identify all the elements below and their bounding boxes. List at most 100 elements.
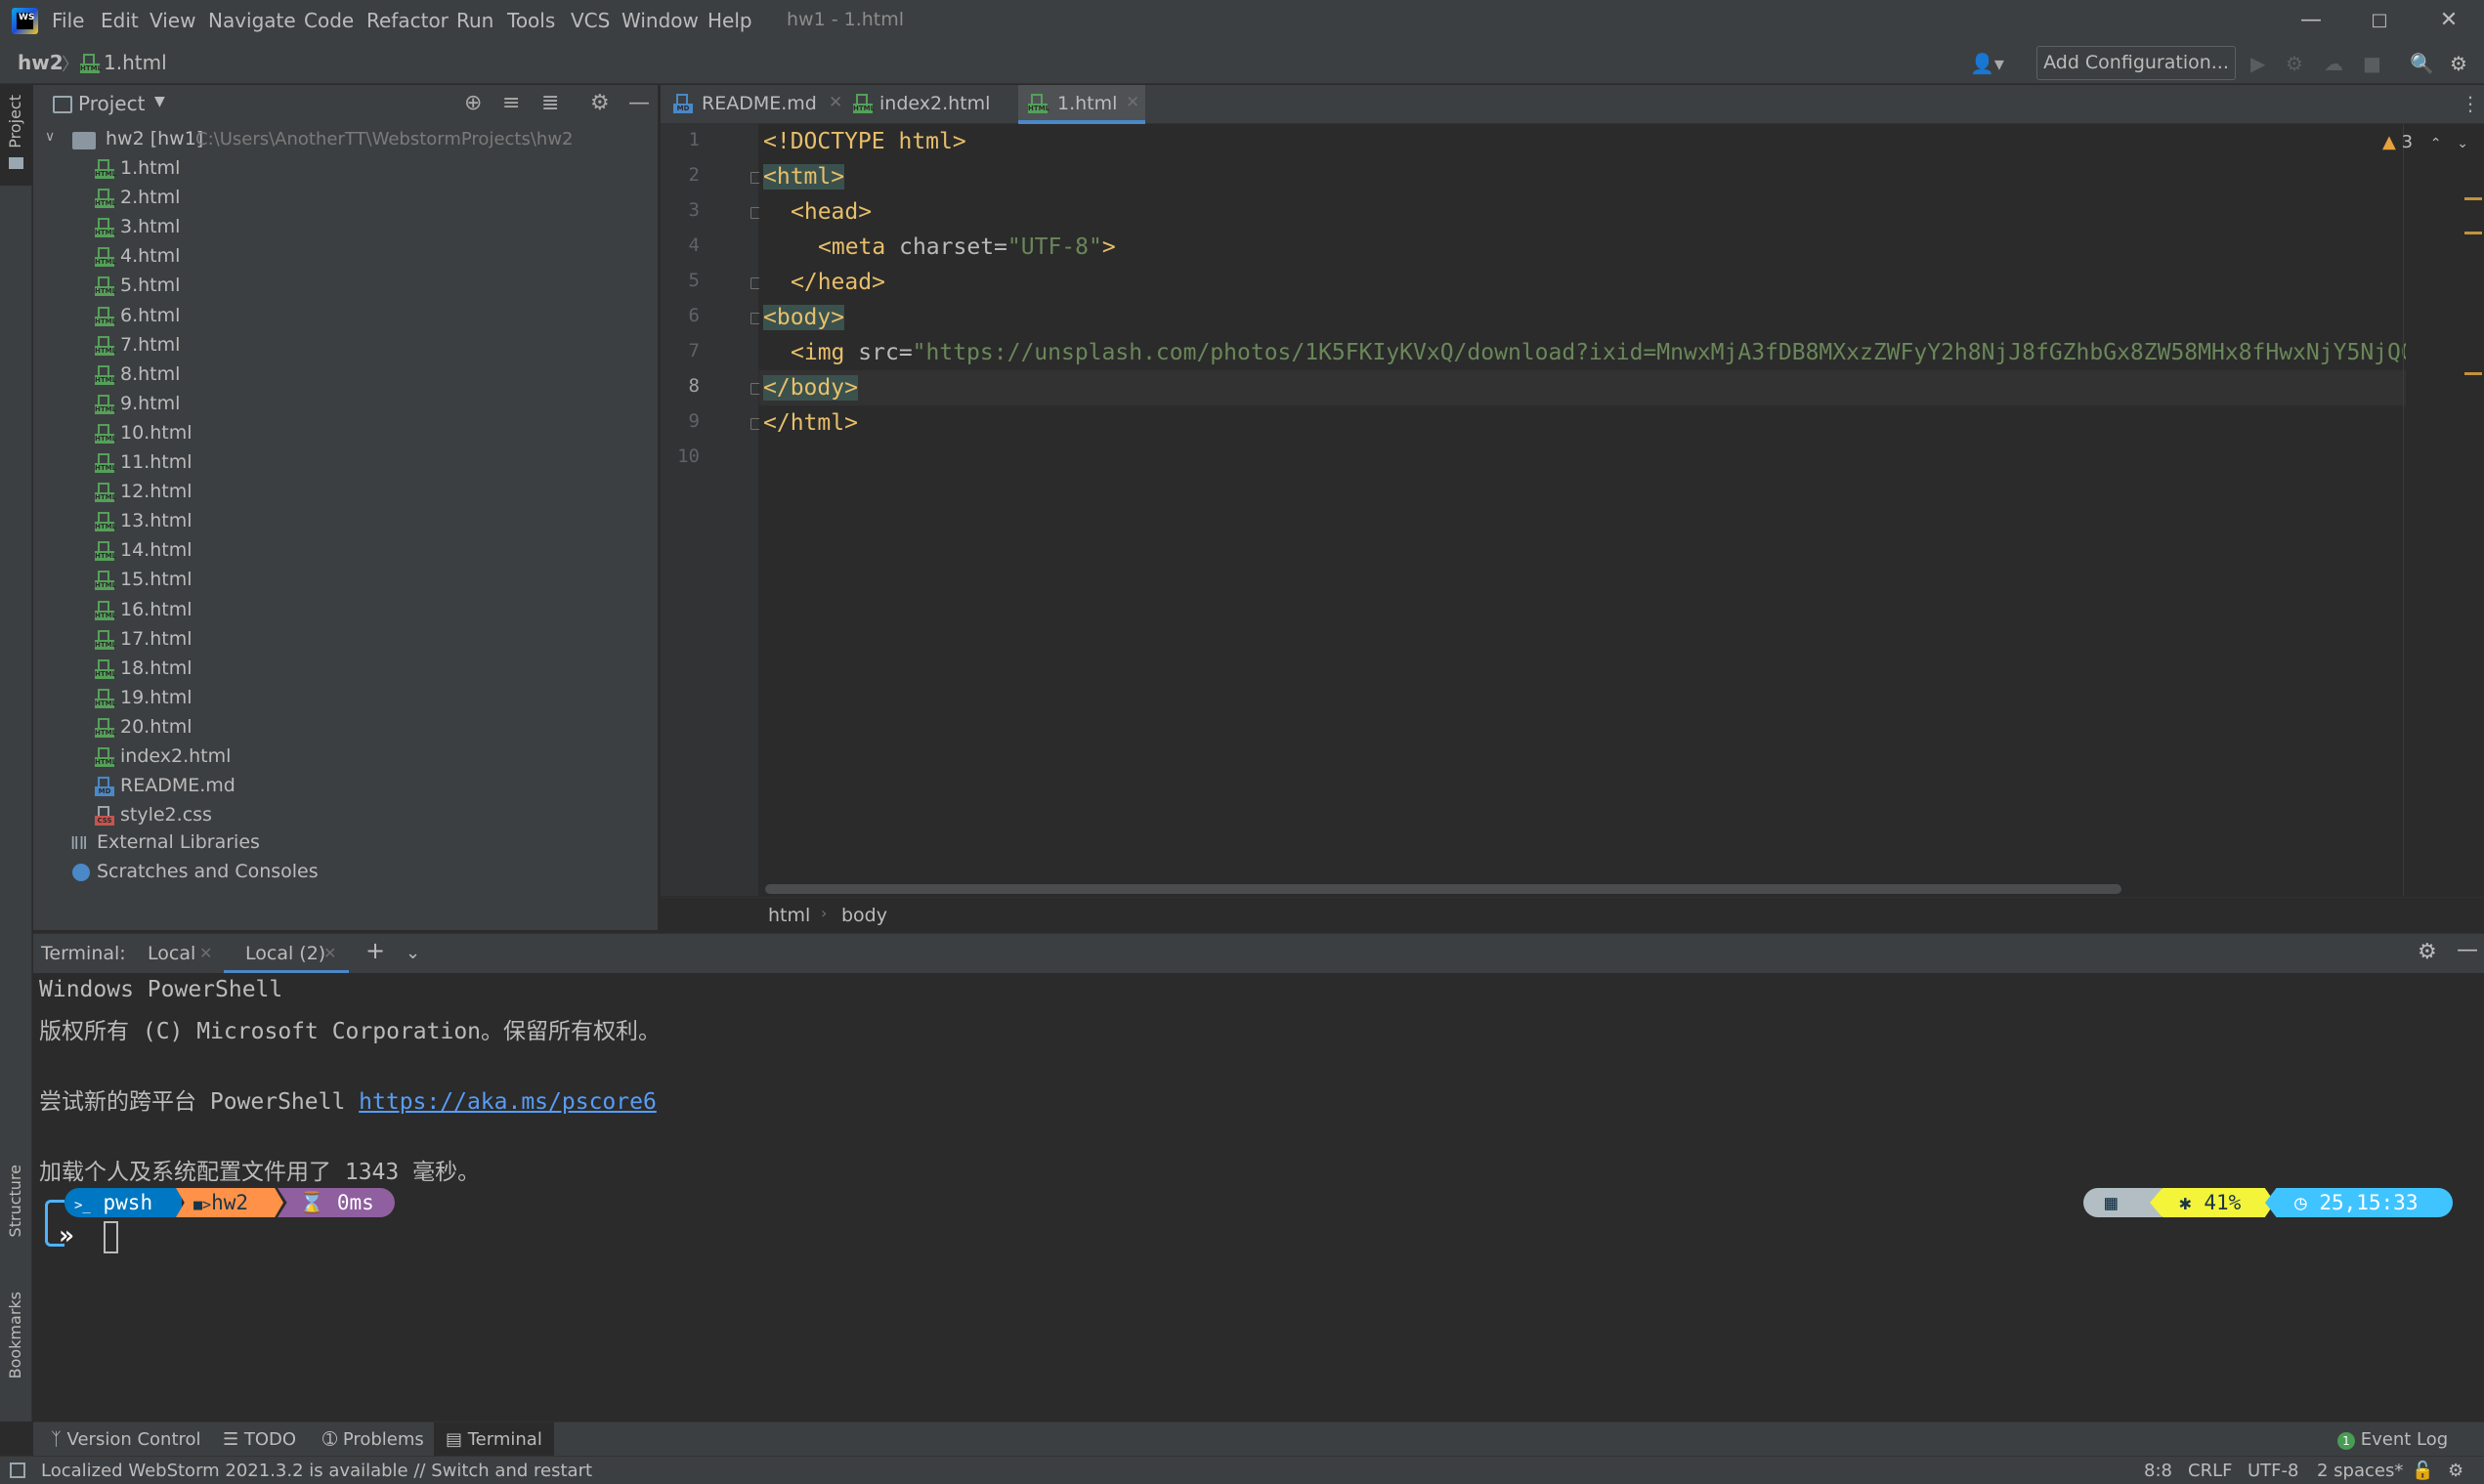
tree-file-item[interactable]: HTML 3.html: [33, 213, 659, 242]
indent-settings[interactable]: 2 spaces*: [2317, 1461, 2403, 1481]
warning-marker[interactable]: [2464, 197, 2482, 200]
version-control-tool[interactable]: ᛉ Version Control: [51, 1429, 201, 1450]
tree-file-item[interactable]: HTML 14.html: [33, 536, 659, 566]
add-configuration-button[interactable]: Add Configuration...: [2036, 46, 2236, 80]
tree-file-item[interactable]: HTML 9.html: [33, 390, 659, 419]
stop-icon[interactable]: ■: [2363, 52, 2381, 75]
breadcrumb-item[interactable]: body: [841, 905, 887, 926]
html-file-icon: HTML: [95, 189, 116, 209]
tree-file-item[interactable]: HTML 19.html: [33, 684, 659, 713]
bookmarks-tool-button[interactable]: Bookmarks: [0, 1292, 32, 1419]
terminal-tab-local[interactable]: Local: [148, 943, 195, 964]
menu-refactor[interactable]: Refactor: [366, 9, 449, 32]
coverage-icon[interactable]: ☁: [2324, 52, 2343, 75]
chevron-down-icon[interactable]: ⌄: [406, 943, 420, 963]
menu-tools[interactable]: Tools: [507, 9, 555, 32]
tree-file-item[interactable]: HTML 12.html: [33, 478, 659, 507]
pscore6-link[interactable]: https://aka.ms/pscore6: [359, 1089, 657, 1115]
warning-marker[interactable]: [2464, 232, 2482, 234]
minimize-icon[interactable]: —: [2296, 6, 2326, 35]
search-icon[interactable]: 🔍: [2410, 52, 2434, 75]
close-tab-icon[interactable]: ✕: [829, 93, 842, 112]
run-icon[interactable]: ▶: [2250, 52, 2265, 75]
tree-file-item[interactable]: HTML 10.html: [33, 419, 659, 448]
tree-file-item[interactable]: HTML 13.html: [33, 507, 659, 536]
tree-file-item[interactable]: HTML 17.html: [33, 625, 659, 655]
breadcrumb-file[interactable]: 1.html: [104, 51, 167, 74]
notifications-icon[interactable]: ⚙: [2448, 1461, 2463, 1481]
tree-file-item[interactable]: HTML 15.html: [33, 566, 659, 595]
user-dropdown-icon[interactable]: 👤▾: [1970, 52, 2004, 75]
gear-icon[interactable]: ⚙: [2418, 940, 2437, 964]
expand-all-icon[interactable]: ≡: [502, 91, 520, 115]
warning-marker[interactable]: [2464, 372, 2482, 375]
close-tab-icon[interactable]: ✕: [323, 944, 336, 962]
terminal-tab-local-2[interactable]: Local (2): [245, 943, 325, 964]
chevron-down-icon[interactable]: ∨: [45, 129, 55, 145]
menu-help[interactable]: Help: [707, 9, 752, 32]
locate-file-icon[interactable]: ⊕: [464, 91, 482, 115]
tree-root-folder[interactable]: ∨ hw2 [hw1] C:\Users\AnotherTT\WebstormPro…: [33, 125, 659, 154]
tab-index2[interactable]: HTML index2.html ✕: [850, 85, 1046, 124]
new-terminal-icon[interactable]: +: [365, 937, 385, 964]
chevron-down-icon[interactable]: ▼: [154, 94, 165, 109]
breadcrumb-project[interactable]: hw2: [18, 51, 64, 74]
menu-navigate[interactable]: Navigate: [208, 9, 296, 32]
project-panel-title[interactable]: Project: [78, 92, 145, 115]
menu-vcs[interactable]: VCS: [571, 9, 610, 32]
menu-window[interactable]: Window: [621, 9, 699, 32]
menu-view[interactable]: View: [150, 9, 195, 32]
tree-file-item[interactable]: HTML 4.html: [33, 242, 659, 272]
collapse-all-icon[interactable]: ≣: [541, 91, 559, 115]
problems-tool[interactable]: ➀ Problems: [322, 1429, 424, 1450]
menu-file[interactable]: File: [52, 9, 84, 32]
todo-tool[interactable]: ☰ TODO: [223, 1429, 296, 1450]
more-vertical-icon[interactable]: ⋮: [2461, 92, 2480, 115]
tree-file-item[interactable]: HTML 8.html: [33, 360, 659, 390]
tab-readme[interactable]: MD README.md ✕: [670, 85, 850, 124]
hide-panel-icon[interactable]: —: [628, 91, 650, 115]
breadcrumb-item[interactable]: html: [768, 905, 810, 926]
lock-icon[interactable]: 🔓: [2412, 1461, 2433, 1481]
terminal-tool[interactable]: ▤ Terminal: [434, 1422, 554, 1457]
file-encoding[interactable]: UTF-8: [2248, 1461, 2298, 1481]
tree-file-item[interactable]: HTML 20.html: [33, 713, 659, 742]
settings-gear-icon[interactable]: ⚙: [2450, 52, 2467, 75]
event-log-tool[interactable]: 1 Event Log: [2337, 1429, 2448, 1450]
menu-edit[interactable]: Edit: [101, 9, 139, 32]
gear-icon[interactable]: ⚙: [590, 91, 610, 115]
close-icon[interactable]: ✕: [2434, 6, 2463, 35]
menu-run[interactable]: Run: [456, 9, 493, 32]
toggle-tool-windows-icon[interactable]: [10, 1463, 25, 1478]
tree-file-item[interactable]: CSS style2.css: [33, 801, 659, 830]
inspection-widget[interactable]: ▲ 3 ⌃ ⌄: [2382, 132, 2468, 152]
tree-file-item[interactable]: HTML index2.html: [33, 742, 659, 772]
tree-file-item[interactable]: HTML 18.html: [33, 655, 659, 684]
tree-file-item[interactable]: HTML 6.html: [33, 302, 659, 331]
maximize-icon[interactable]: □: [2365, 6, 2394, 35]
tree-file-name: 20.html: [120, 715, 193, 738]
close-tab-icon[interactable]: ✕: [199, 944, 212, 962]
tree-file-item[interactable]: MD README.md: [33, 772, 659, 801]
tree-file-item[interactable]: HTML 2.html: [33, 184, 659, 213]
tree-file-item[interactable]: HTML 1.html: [33, 154, 659, 184]
debug-icon[interactable]: ⚙: [2286, 52, 2303, 75]
code-editor[interactable]: <!DOCTYPE html> <html> <head> <meta char…: [759, 124, 2406, 896]
hide-panel-icon[interactable]: —: [2457, 938, 2478, 962]
tree-file-item[interactable]: HTML 11.html: [33, 448, 659, 478]
chevron-down-icon[interactable]: ⌄: [2457, 136, 2468, 151]
horizontal-scrollbar[interactable]: [765, 884, 2121, 894]
tree-file-item[interactable]: HTML 5.html: [33, 272, 659, 301]
tree-scratches[interactable]: Scratches and Consoles: [33, 858, 659, 887]
tab-1-html[interactable]: HTML 1.html ✕: [1018, 85, 1145, 124]
status-message[interactable]: Localized WebStorm 2021.3.2 is available…: [41, 1461, 592, 1481]
chevron-up-icon[interactable]: ⌃: [2430, 136, 2442, 151]
tree-file-item[interactable]: HTML 16.html: [33, 596, 659, 625]
line-separator[interactable]: CRLF: [2188, 1461, 2232, 1481]
tree-external-libraries[interactable]: ⅡⅡ External Libraries: [33, 828, 659, 858]
caret-position[interactable]: 8:8: [2144, 1461, 2172, 1481]
close-tab-icon[interactable]: ✕: [1126, 93, 1139, 112]
menu-code[interactable]: Code: [304, 9, 354, 32]
project-tool-button[interactable]: Project: [0, 85, 32, 186]
tree-file-item[interactable]: HTML 7.html: [33, 331, 659, 360]
